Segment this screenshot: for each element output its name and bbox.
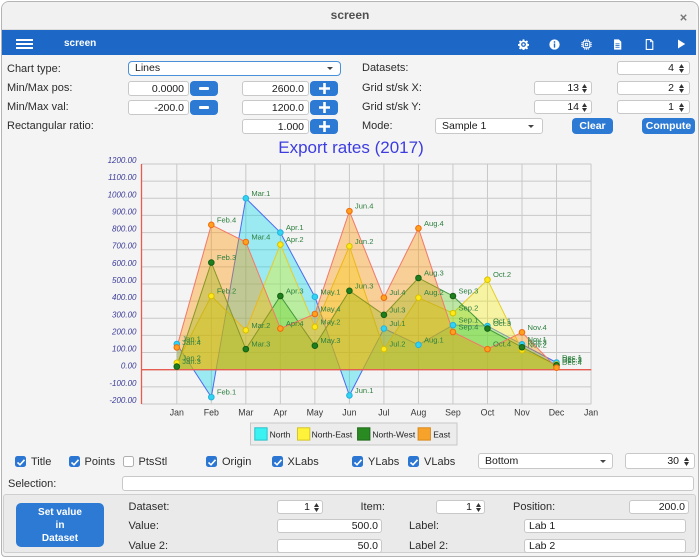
svg-text:1000.00: 1000.00: [108, 190, 137, 199]
svg-text:Feb.3: Feb.3: [217, 253, 236, 262]
svg-text:May.1: May.1: [320, 287, 340, 296]
svg-text:-200.00: -200.00: [109, 396, 137, 405]
svg-text:Aug.4: Aug.4: [424, 219, 444, 228]
svg-text:200.00: 200.00: [111, 327, 137, 336]
svg-text:East: East: [433, 429, 451, 439]
svg-text:Jan: Jan: [584, 408, 598, 418]
svg-text:Aug.2: Aug.2: [424, 288, 444, 297]
svg-text:Export rates (2017): Export rates (2017): [278, 138, 424, 157]
svg-text:Aug.3: Aug.3: [424, 268, 444, 277]
svg-text:Jun.3: Jun.3: [355, 281, 374, 290]
svg-text:1100.00: 1100.00: [108, 173, 137, 182]
svg-text:Oct.4: Oct.4: [493, 340, 511, 349]
svg-text:Mar.1: Mar.1: [251, 189, 270, 198]
svg-text:Dec: Dec: [549, 408, 565, 418]
svg-text:Jun.4: Jun.4: [355, 202, 374, 211]
svg-text:Jan.3: Jan.3: [182, 357, 201, 366]
svg-text:Jul.2: Jul.2: [389, 340, 405, 349]
svg-text:Feb.1: Feb.1: [217, 388, 236, 397]
svg-text:Nov.3: Nov.3: [528, 338, 547, 347]
svg-text:May.2: May.2: [320, 317, 340, 326]
svg-text:Apr.1: Apr.1: [286, 223, 304, 232]
svg-text:Jul.4: Jul.4: [389, 288, 405, 297]
svg-text:Apr.4: Apr.4: [286, 319, 304, 328]
svg-text:Jul.3: Jul.3: [389, 305, 405, 314]
svg-text:700.00: 700.00: [112, 242, 137, 251]
svg-text:North-West: North-West: [372, 429, 415, 439]
svg-text:Sep.2: Sep.2: [458, 304, 478, 313]
svg-text:Jan.4: Jan.4: [182, 338, 201, 347]
svg-text:Aug: Aug: [411, 408, 427, 418]
svg-text:May.4: May.4: [320, 304, 340, 313]
svg-text:Apr: Apr: [274, 408, 288, 418]
svg-text:Apr.3: Apr.3: [286, 286, 304, 295]
svg-text:Dec.4: Dec.4: [562, 358, 582, 367]
svg-text:Mar: Mar: [238, 408, 253, 418]
svg-text:Oct.2: Oct.2: [493, 270, 511, 279]
svg-text:North-East: North-East: [312, 429, 353, 439]
svg-text:Oct: Oct: [481, 408, 495, 418]
svg-text:Jul: Jul: [378, 408, 389, 418]
svg-text:Sep.4: Sep.4: [458, 322, 478, 331]
svg-text:Mar.3: Mar.3: [251, 340, 270, 349]
svg-text:600.00: 600.00: [112, 259, 137, 268]
svg-text:Oct.3: Oct.3: [493, 319, 511, 328]
svg-text:North: North: [270, 429, 291, 439]
svg-text:Jul.1: Jul.1: [389, 319, 405, 328]
svg-text:Mar.4: Mar.4: [251, 232, 270, 241]
svg-text:500.00: 500.00: [112, 276, 137, 285]
svg-text:Jun: Jun: [342, 408, 356, 418]
svg-text:Jun.2: Jun.2: [355, 237, 374, 246]
svg-text:Sep: Sep: [445, 408, 461, 418]
svg-text:Apr.2: Apr.2: [286, 235, 304, 244]
svg-text:-100.00: -100.00: [109, 379, 137, 388]
svg-text:100.00: 100.00: [112, 345, 137, 354]
svg-text:800.00: 800.00: [112, 225, 137, 234]
svg-text:Nov: Nov: [514, 408, 530, 418]
svg-text:May.3: May.3: [320, 336, 340, 345]
svg-text:Nov.4: Nov.4: [528, 323, 547, 332]
svg-text:1200.00: 1200.00: [108, 156, 137, 165]
svg-text:Feb: Feb: [204, 408, 219, 418]
svg-text:Sep.3: Sep.3: [458, 286, 478, 295]
svg-text:900.00: 900.00: [112, 207, 137, 216]
svg-text:Jun.1: Jun.1: [355, 386, 374, 395]
svg-text:Jan: Jan: [170, 408, 184, 418]
svg-text:Feb.2: Feb.2: [217, 286, 236, 295]
svg-text:Mar.2: Mar.2: [251, 321, 270, 330]
svg-text:Feb.4: Feb.4: [217, 215, 236, 224]
svg-text:May: May: [307, 408, 324, 418]
svg-text:400.00: 400.00: [112, 293, 137, 302]
svg-text:0.00: 0.00: [121, 362, 137, 371]
svg-text:Aug.1: Aug.1: [424, 335, 444, 344]
svg-text:300.00: 300.00: [112, 310, 137, 319]
